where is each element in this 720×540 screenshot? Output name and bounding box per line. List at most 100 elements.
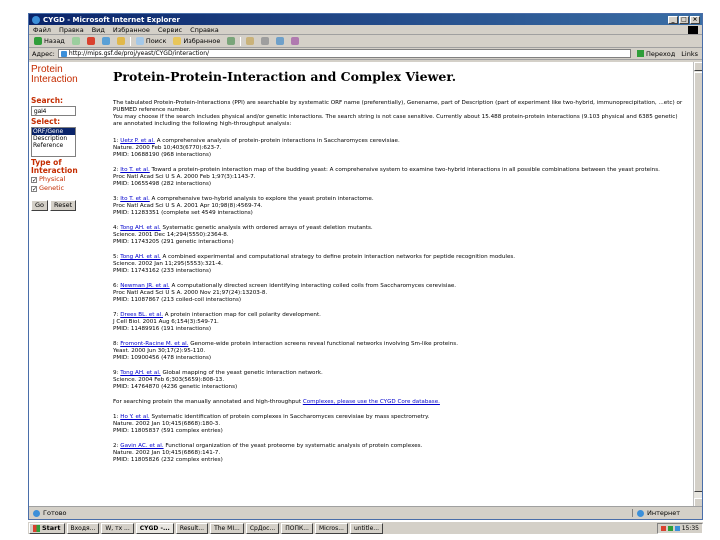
vertical-scrollbar[interactable] [693,62,702,507]
reference-citation: Science. 2004 Feb 6;303(5659):808-13. [113,377,225,383]
scroll-up-button[interactable] [694,62,702,71]
edit-button[interactable] [274,37,286,45]
address-label: Адрес: [32,49,55,58]
discuss-button[interactable] [289,37,301,45]
taskbar-items: Входя... W, тх ... CYGD -... Result... The M… [66,522,655,534]
reference-author-link[interactable]: Newman JR. et al. [120,283,169,289]
intro-paragraph-2: You may choose if the search includes ph… [113,114,678,127]
status-left: Готово [33,509,632,517]
reference-author-link[interactable]: Tong AH. et al. [120,225,160,231]
minimize-button[interactable]: _ [668,15,678,24]
menu-tools[interactable]: Сервис [158,26,182,34]
taskbar-item[interactable]: ПОПК... [281,522,313,534]
reference-citation: Science. 2002 Jan 11;295(5553):321-4. [113,261,223,267]
reference-entry: 1: Ho Y. et al. Systematic identificatio… [113,414,688,435]
reference-citation: Proc Natl Acad Sci U S A. 2001 Apr 10;98… [113,203,263,209]
reference-title: A comprehensive analysis of protein-prot… [156,138,400,144]
reference-author-link[interactable]: Ho Y. et al. [120,414,149,420]
select-label: Select: [31,117,61,126]
taskbar-item[interactable]: CYGD -... [135,522,174,534]
main-content: Protein-Protein-Interaction and Complex … [113,70,688,472]
reference-number: 7: [113,312,119,318]
menu-help[interactable]: Справка [190,26,219,34]
reference-citation: Nature. 2000 Feb 10;403(6770):623-7. [113,145,222,151]
menu-view[interactable]: Вид [92,26,105,34]
tray-icon [660,525,666,531]
menu-edit[interactable]: Правка [59,26,84,34]
close-button[interactable]: × [690,15,700,24]
search-button[interactable]: Поиск [134,37,169,45]
scroll-thumb[interactable] [694,72,702,492]
reference-author-link[interactable]: Ito T. et al. [120,196,150,202]
reference-citation: Proc Natl Acad Sci U S A. 2000 Nov 21;97… [113,290,268,296]
toolbar: Назад Поиск Избранное [29,35,702,48]
refresh-button[interactable] [100,37,112,45]
windows-flag-icon [33,524,40,532]
reference-pmid: PMID: 11489916 (191 interactions) [113,326,212,332]
reset-button[interactable]: Reset [50,200,77,211]
taskbar-item[interactable]: СрДос... [245,522,280,534]
address-bar: Адрес: http://mips.gsf.de/proj/yeast/CYG… [29,48,702,60]
window-title: CYGD - Microsoft Internet Explorer [43,15,180,24]
reference-title: A combined experimental and computationa… [162,254,516,260]
taskbar: Start Входя... W, тх ... CYGD -... Result..… [28,521,703,534]
go-arrow-icon [636,50,644,57]
home-button[interactable] [115,37,127,45]
zone-text: Интернет [647,509,681,517]
internet-zone-icon [637,509,644,517]
type-label-line2: Interaction [31,166,78,175]
address-input[interactable]: http://mips.gsf.de/proj/yeast/CYGD/inter… [57,49,631,58]
select-option-description[interactable]: Description [32,135,75,142]
select-option-reference[interactable]: Reference [32,142,75,149]
maximize-button[interactable]: □ [679,15,689,24]
print-button[interactable] [259,37,271,45]
reference-number: 4: [113,225,119,231]
cygd-core-link[interactable]: Complexes, please use the CYGD Core data… [303,399,440,405]
select-option-orf[interactable]: ORF/Gene [32,128,75,135]
reference-author-link[interactable]: Fromont-Racine M. et al. [120,341,188,347]
history-button[interactable] [225,37,237,45]
taskbar-item[interactable]: Micros... [314,522,348,534]
reference-title: Systematic genetic analysis with ordered… [162,225,373,231]
physical-checkbox-row[interactable]: Physical [31,175,107,185]
taskbar-item[interactable]: untitle... [349,522,384,534]
window-controls: _ □ × [668,15,700,24]
reference-title-line: 2: Gavin AC. et al. Functional organizat… [113,443,688,450]
favorites-button[interactable]: Избранное [171,37,222,45]
reference-title-line: 5: Tong AH. et al. A combined experiment… [113,254,688,261]
taskbar-item[interactable]: W, тх ... [101,522,134,534]
home-icon [116,37,125,45]
search-field-select[interactable]: ORF/Gene Description Reference [31,127,76,157]
forward-button[interactable] [70,37,82,45]
reference-author-link[interactable]: Tong AH. et al. [120,370,160,376]
genetic-checkbox-row[interactable]: Genetic [31,184,107,194]
go-to-button[interactable]: Переход [634,50,678,58]
taskbar-item[interactable]: The MI... [210,522,244,534]
taskbar-item[interactable]: Result... [175,522,209,534]
mail-button[interactable] [244,37,256,45]
reference-author-link[interactable]: Uetz P. et al. [120,138,155,144]
menu-file[interactable]: Файл [33,26,51,34]
genetic-checkbox[interactable] [31,185,37,194]
menu-favorites[interactable]: Избранное [113,26,150,34]
reference-author-link[interactable]: Gavin AC. et al. [120,443,163,449]
reference-author-link[interactable]: Ito T. et al. [120,167,150,173]
links-label[interactable]: Links [681,50,698,58]
reference-title: Toward a protein-protein interaction map… [151,167,660,173]
go-button[interactable]: Go [31,200,49,211]
back-button[interactable]: Назад [32,37,67,45]
reference-entry: 6: Newman JR. et al. A computationally d… [113,283,688,304]
form-buttons: Go Reset [31,200,107,211]
search-input[interactable] [31,106,76,116]
physical-checkbox[interactable] [31,176,37,185]
reference-author-link[interactable]: Drees BL. et al. [120,312,163,318]
start-button[interactable]: Start [29,522,65,534]
reference-pmid: PMID: 11283351 (complete set 4549 intera… [113,210,253,216]
intro-text: The tabulated Protein-Protein-Interactio… [113,100,688,128]
star-icon [173,37,182,45]
ie-logo-icon [32,15,40,24]
reference-pmid: PMID: 11805826 (232 complex entries) [113,457,223,463]
taskbar-item[interactable]: Входя... [66,522,100,534]
stop-button[interactable] [85,37,97,45]
reference-author-link[interactable]: Tong AH. et al. [120,254,160,260]
